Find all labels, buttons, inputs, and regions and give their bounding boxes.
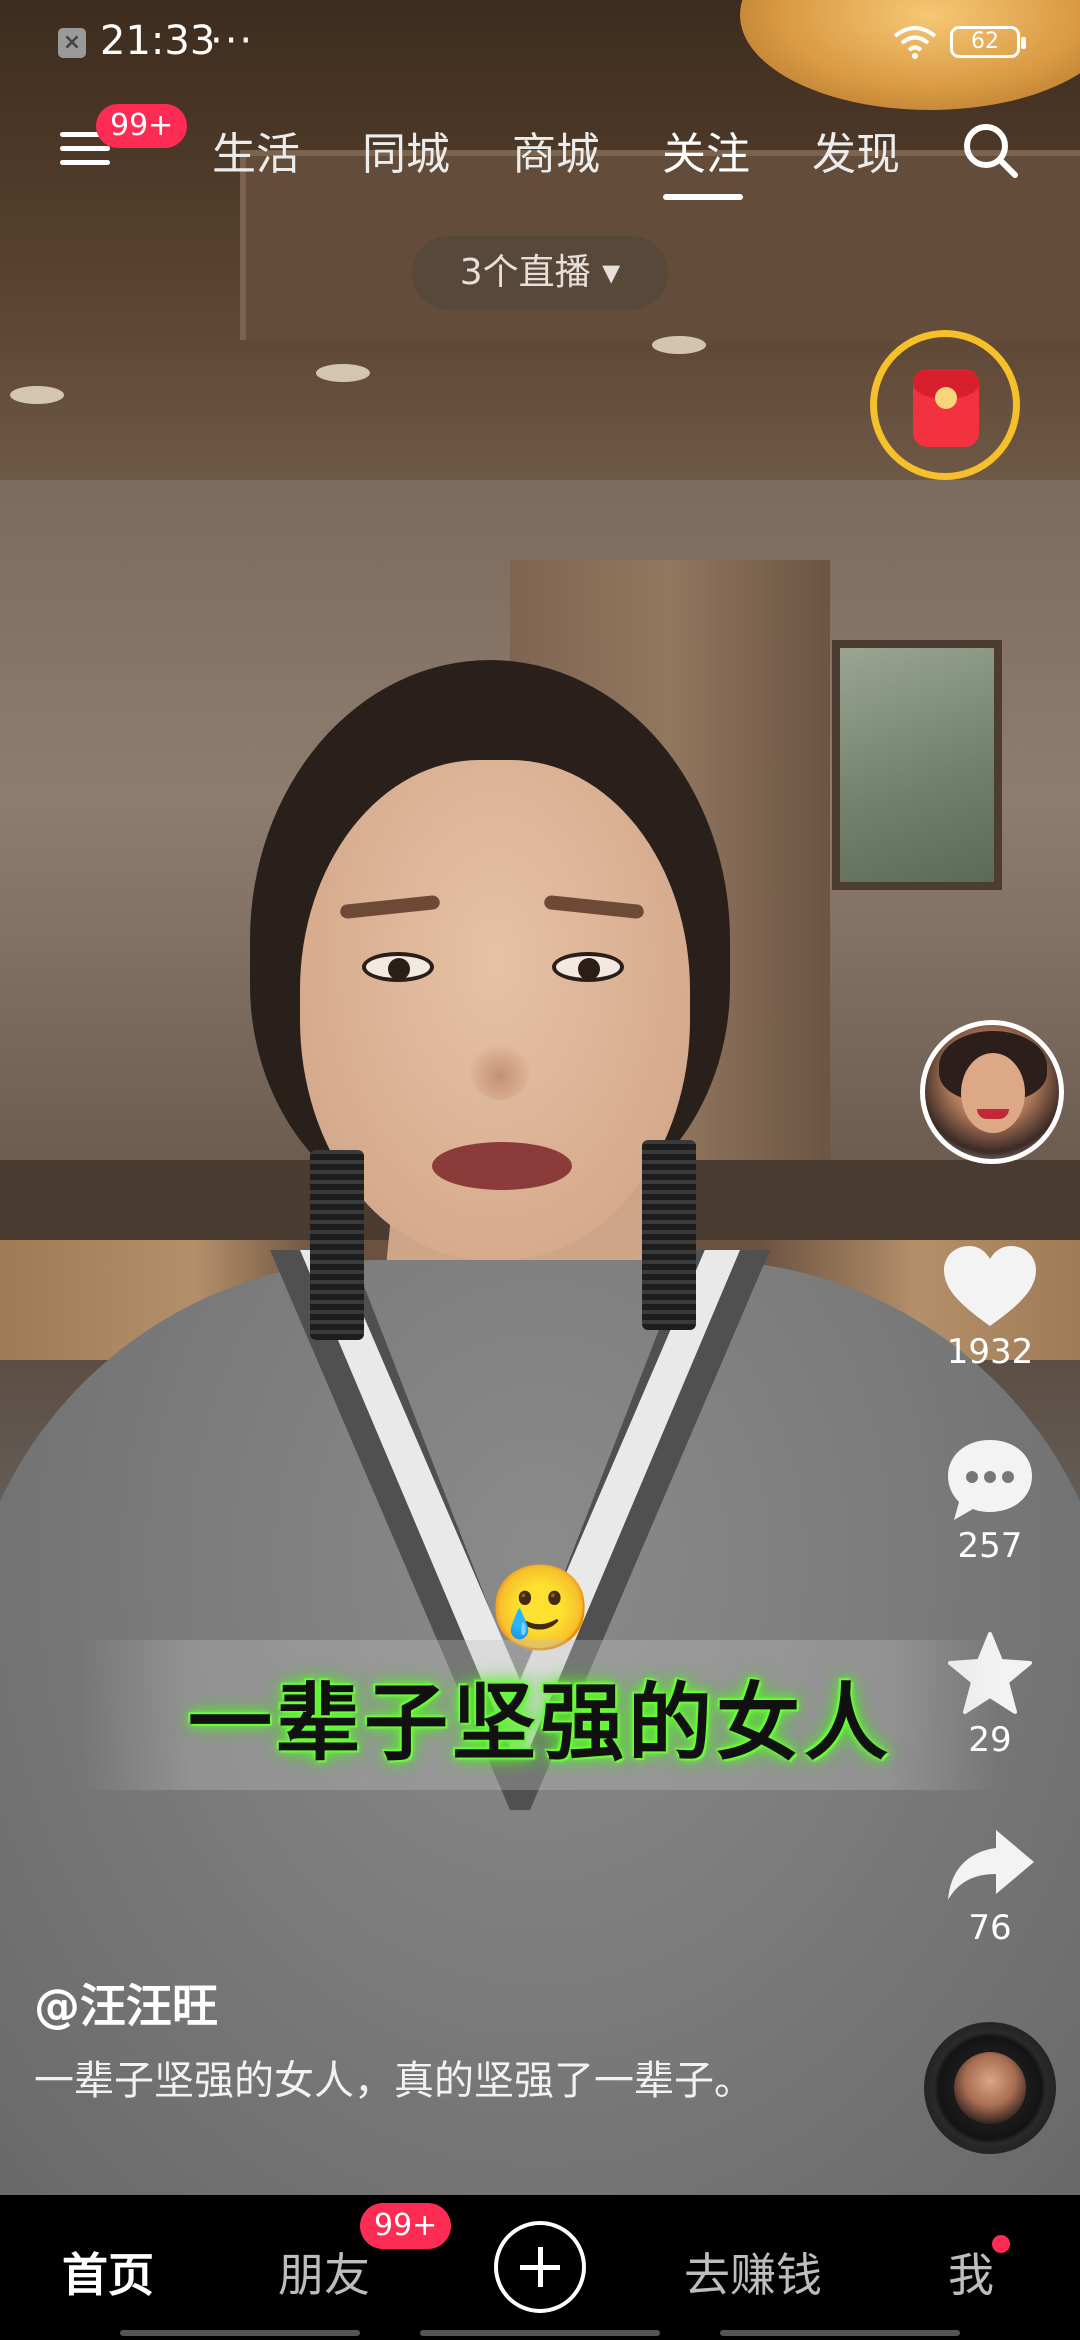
nav-earn-money[interactable]: 去赚钱 [684,2239,822,2305]
tab-local[interactable]: 同城 [362,118,450,182]
tab-life[interactable]: 生活 [212,118,300,182]
person-lips [432,1142,572,1190]
bottom-nav: 首页 朋友 99+ 去赚钱 我 [0,2195,1080,2340]
video-player[interactable] [0,0,1080,2195]
tab-following[interactable]: 关注 [662,118,750,182]
tab-mall[interactable]: 商城 [512,118,600,182]
share-button[interactable]: 76 [940,1826,1040,1948]
search-icon[interactable] [960,120,1020,180]
like-button[interactable]: 1932 [940,1244,1040,1372]
red-envelope-button[interactable] [870,330,1020,480]
person-earring [642,1140,696,1330]
comment-button[interactable]: 257 [940,1436,1040,1566]
comment-icon [948,1440,1032,1520]
person-earring [310,1150,364,1340]
battery-icon: 62 [950,26,1026,58]
scene-spotlight [652,336,706,354]
avatar-face [961,1053,1025,1133]
status-bar: × 21:33 ··· 62 [0,0,1080,84]
tab-discover[interactable]: 发现 [812,118,900,182]
nav-friends[interactable]: 朋友 [278,2239,370,2305]
red-envelope-icon [913,369,979,447]
person-nose [470,1040,530,1100]
friends-notification-badge: 99+ [360,2203,452,2249]
menu-notification-badge: 99+ [96,104,188,148]
person-eye [362,952,434,982]
top-nav: 99+ 生活 同城 商城 关注 发现 [0,104,1080,210]
person-eye [552,952,624,982]
video-description: 一辈子坚强的女人，真的坚强了一辈子。 [34,2058,754,2104]
video-subtitle: 一辈子坚强的女人 [187,1674,892,1772]
gesture-bar [120,2330,360,2336]
gesture-bar [420,2330,660,2336]
music-cover [954,2052,1026,2124]
create-post-button[interactable] [494,2221,586,2313]
active-tab-indicator [663,194,743,200]
scene-spotlight [316,364,370,382]
share-arrow-icon [948,1830,1034,1900]
notification-app-icon: × [58,28,86,58]
author-avatar[interactable] [920,1020,1064,1164]
me-notification-dot [992,2235,1010,2253]
gesture-bar [720,2330,960,2336]
comment-count: 257 [957,1526,1023,1566]
wifi-icon [893,26,937,59]
music-disc-button[interactable] [924,2022,1056,2154]
nav-me[interactable]: 我 [948,2239,994,2305]
share-count: 76 [968,1908,1012,1948]
scene-window [832,640,1002,890]
status-time: 21:33 [100,18,216,64]
scene-spotlight [10,386,64,404]
author-name[interactable]: @汪汪旺 [34,1970,218,2036]
avatar-mouth [977,1109,1009,1119]
nav-home[interactable]: 首页 [62,2239,154,2305]
like-count: 1932 [946,1332,1034,1372]
status-more-dots: ··· [210,18,255,64]
live-streams-dropdown[interactable]: 3个直播 ▾ [412,236,668,310]
heart-icon [944,1246,1036,1326]
